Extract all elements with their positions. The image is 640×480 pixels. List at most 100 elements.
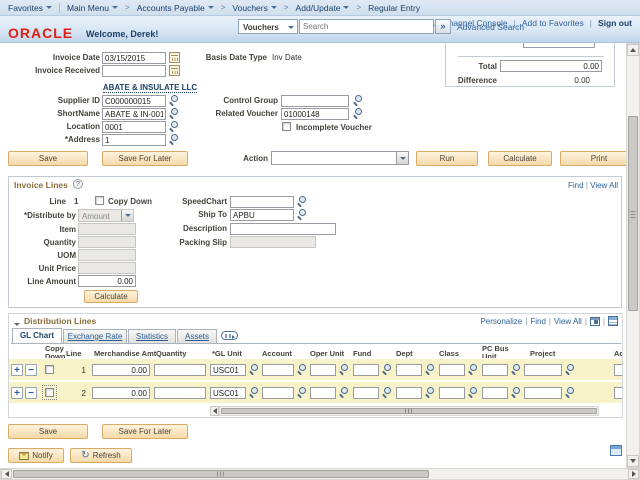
zoom-grid-icon[interactable] <box>589 316 600 326</box>
pc-bus-unit-input[interactable] <box>482 364 508 376</box>
quantity-input[interactable] <box>154 364 206 376</box>
related-voucher-lookup-icon[interactable] <box>352 107 363 119</box>
ship-to-lookup-icon[interactable] <box>296 208 307 220</box>
dept-lookup-icon[interactable] <box>424 386 435 398</box>
activity-input[interactable] <box>614 387 622 399</box>
description-input[interactable] <box>230 223 336 235</box>
scroll-down-button[interactable] <box>627 455 639 467</box>
find-link[interactable]: Find <box>568 181 584 190</box>
incomplete-voucher-checkbox[interactable] <box>282 122 291 133</box>
scroll-right-button[interactable] <box>628 469 639 479</box>
gl-unit-lookup-icon[interactable] <box>248 386 259 398</box>
oper-unit-input[interactable] <box>310 387 336 399</box>
help-icon[interactable]: ? <box>73 179 83 189</box>
refresh-button[interactable]: ↻ Refresh <box>70 448 132 463</box>
view-all-link[interactable]: View All <box>554 317 582 326</box>
horizontal-scrollbar-thumb[interactable] <box>13 470 429 478</box>
vertical-scrollbar-track[interactable] <box>626 43 640 468</box>
calculate-button[interactable]: Calculate <box>488 151 552 166</box>
total-input[interactable] <box>500 60 602 72</box>
fund-lookup-icon[interactable] <box>381 386 392 398</box>
personalize-link[interactable]: Personalize <box>480 317 522 326</box>
address-lookup-icon[interactable] <box>168 133 179 145</box>
download-grid-icon[interactable] <box>608 316 618 326</box>
add-row-button[interactable]: + <box>11 387 23 399</box>
class-lookup-icon[interactable] <box>467 386 478 398</box>
search-input[interactable] <box>299 19 434 34</box>
gl-unit-input[interactable] <box>210 364 246 376</box>
supplier-id-input[interactable] <box>102 95 166 107</box>
tab-gl-chart[interactable]: GL Chart <box>12 328 62 343</box>
account-input[interactable] <box>262 387 294 399</box>
dept-input[interactable] <box>396 387 422 399</box>
control-group-input[interactable] <box>281 95 349 107</box>
fund-input[interactable] <box>353 387 379 399</box>
account-lookup-icon[interactable] <box>296 386 307 398</box>
save-for-later-button[interactable]: Save For Later <box>102 151 188 166</box>
collapse-triangle-icon[interactable] <box>14 319 20 328</box>
pc-bus-unit-input[interactable] <box>482 387 508 399</box>
activity-input[interactable] <box>614 364 622 376</box>
line-amount-input[interactable] <box>78 275 136 287</box>
invoice-received-input[interactable] <box>102 65 166 77</box>
pc-bus-unit-lookup-icon[interactable] <box>510 363 521 375</box>
class-input[interactable] <box>439 387 465 399</box>
row-copy-down-checkbox[interactable] <box>42 385 57 400</box>
tab-exchange-rate[interactable]: Exchange Rate <box>63 329 127 343</box>
breadcrumb-vouchers[interactable]: Vouchers <box>232 3 277 13</box>
class-input[interactable] <box>439 364 465 376</box>
fund-lookup-icon[interactable] <box>381 363 392 375</box>
search-scope-select[interactable]: Vouchers <box>238 19 298 34</box>
grid-scrollbar-track[interactable] <box>219 406 599 416</box>
location-lookup-icon[interactable] <box>168 120 179 132</box>
location-input[interactable] <box>102 121 166 133</box>
show-all-columns-icon[interactable] <box>221 331 238 340</box>
tab-assets[interactable]: Assets <box>177 329 217 343</box>
popup-window-icon[interactable] <box>610 445 622 456</box>
project-input[interactable] <box>524 387 562 399</box>
related-voucher-input[interactable] <box>281 108 349 120</box>
delete-row-button[interactable]: − <box>25 387 37 399</box>
oper-unit-input[interactable] <box>310 364 336 376</box>
breadcrumb-add-update[interactable]: Add/Update <box>296 3 350 13</box>
project-input[interactable] <box>524 364 562 376</box>
address-input[interactable] <box>102 134 166 146</box>
footer-save-for-later-button[interactable]: Save For Later <box>102 424 188 439</box>
oper-unit-lookup-icon[interactable] <box>338 386 349 398</box>
dept-input[interactable] <box>396 364 422 376</box>
grid-scroll-left-button[interactable] <box>210 406 219 416</box>
breadcrumb-regular-entry[interactable]: Regular Entry <box>368 3 420 13</box>
account-input[interactable] <box>262 364 294 376</box>
horizontal-scrollbar-track[interactable] <box>0 468 640 480</box>
view-all-link[interactable]: View All <box>590 181 618 190</box>
run-button[interactable]: Run <box>416 151 478 166</box>
breadcrumb-accounts-payable[interactable]: Accounts Payable <box>137 3 214 13</box>
class-lookup-icon[interactable] <box>467 363 478 375</box>
ship-to-input[interactable] <box>230 209 294 221</box>
speedchart-lookup-icon[interactable] <box>296 195 307 207</box>
breadcrumb-main-menu[interactable]: Main Menu <box>67 3 119 13</box>
tab-statistics[interactable]: Statistics <box>128 329 176 343</box>
add-row-button[interactable]: + <box>11 364 23 376</box>
control-group-lookup-icon[interactable] <box>352 94 363 106</box>
fund-input[interactable] <box>353 364 379 376</box>
project-lookup-icon[interactable] <box>564 386 575 398</box>
merchandise-amt-input[interactable] <box>92 364 150 376</box>
gl-unit-lookup-icon[interactable] <box>248 363 259 375</box>
oper-unit-lookup-icon[interactable] <box>338 363 349 375</box>
shortname-input[interactable] <box>102 108 166 120</box>
add-to-favorites-link[interactable]: Add to Favorites <box>522 18 584 28</box>
vertical-scrollbar-thumb[interactable] <box>628 116 638 311</box>
grid-scrollbar-thumb[interactable] <box>221 408 597 414</box>
row-copy-down-checkbox[interactable] <box>45 365 54 376</box>
dept-lookup-icon[interactable] <box>424 363 435 375</box>
delete-row-button[interactable]: − <box>25 364 37 376</box>
copy-down-checkbox[interactable] <box>95 196 104 207</box>
action-select[interactable] <box>271 151 409 165</box>
breadcrumb-favorites[interactable]: Favorites <box>8 3 52 13</box>
footer-save-button[interactable]: Save <box>8 424 88 439</box>
advanced-search-link[interactable]: Advanced Search <box>457 22 524 32</box>
notify-button[interactable]: Notify <box>8 448 64 463</box>
project-lookup-icon[interactable] <box>564 363 575 375</box>
find-link[interactable]: Find <box>530 317 546 326</box>
